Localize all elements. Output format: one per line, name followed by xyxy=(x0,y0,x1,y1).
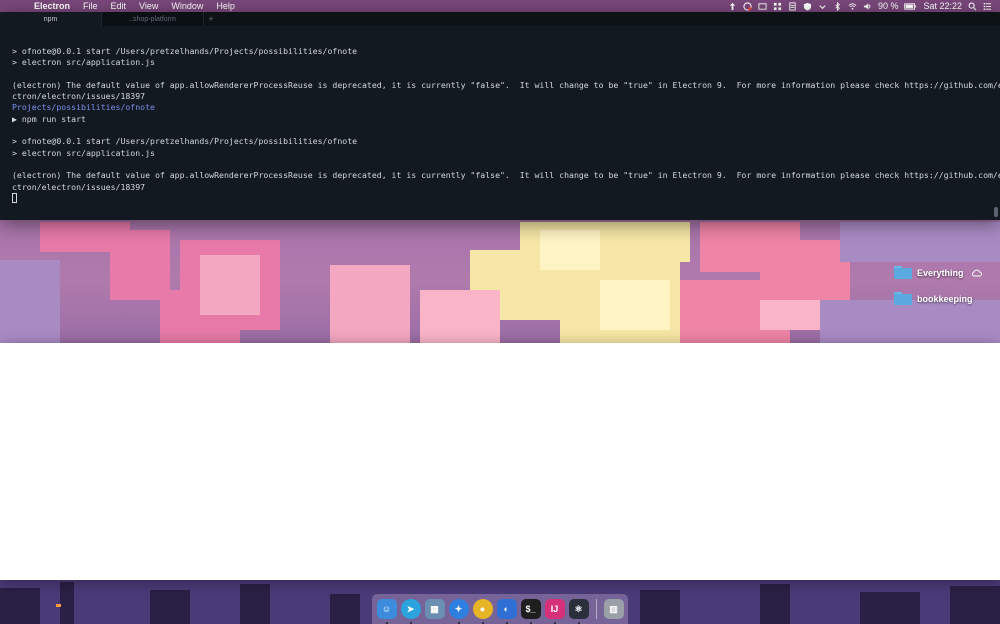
menu-view[interactable]: View xyxy=(139,1,158,11)
desktop-folder-bookkeeping[interactable]: bookkeeping xyxy=(894,292,973,305)
terminal-window[interactable]: npm ..shop-platform + > ofnote@0.0.1 sta… xyxy=(0,12,1000,220)
menu-clock[interactable]: Sat 22:22 xyxy=(923,1,962,11)
terminal-line: ▶ npm run start xyxy=(12,113,86,124)
folder-icon xyxy=(894,292,912,305)
terminal-tab-shop-platform[interactable]: ..shop-platform xyxy=(102,12,204,26)
electron-app-window[interactable] xyxy=(0,343,1000,580)
volume-icon[interactable] xyxy=(863,2,872,11)
terminal-output[interactable]: > ofnote@0.0.1 start /Users/pretzelhands… xyxy=(0,26,1000,204)
telegram-icon[interactable]: ➤ xyxy=(400,599,421,624)
firefox-icon[interactable]: ◐ xyxy=(496,599,517,624)
cloud-icon xyxy=(971,269,982,276)
wifi-icon[interactable] xyxy=(848,2,857,11)
terminal-tab-bar: npm ..shop-platform + xyxy=(0,12,1000,26)
add-tab-button[interactable]: + xyxy=(204,12,218,26)
terminal-tab-label: npm xyxy=(43,15,58,23)
battery-percent[interactable]: 90 % xyxy=(878,1,899,11)
terminal-line: (electron) The default value of app.allo… xyxy=(12,170,1000,181)
menu-edit[interactable]: Edit xyxy=(111,1,127,11)
preview-icon[interactable]: ▦ xyxy=(424,599,445,619)
desktop-folder-everything[interactable]: Everything xyxy=(894,266,982,279)
status-area: 90 % Sat 22:22 xyxy=(728,0,992,12)
spotlight-search-icon[interactable] xyxy=(968,2,977,11)
menu-help[interactable]: Help xyxy=(216,1,235,11)
notification-center-icon[interactable] xyxy=(983,2,992,11)
terminal-line: > electron src/application.js xyxy=(12,57,155,68)
terminal-line: (electron) The default value of app.allo… xyxy=(12,79,1000,90)
chrome-icon[interactable]: ● xyxy=(472,599,493,624)
grid-icon[interactable] xyxy=(773,2,782,11)
safari-icon[interactable]: ✦ xyxy=(448,599,469,624)
terminal-line: > ofnote@0.0.1 start /Users/pretzelhands… xyxy=(12,46,358,56)
image-capture-icon[interactable] xyxy=(758,2,767,11)
dock-separator xyxy=(595,599,597,619)
menu-bar: Electron File Edit View Window Help 90 %… xyxy=(0,0,1000,12)
desktop-icon-label: Everything xyxy=(917,267,964,278)
terminal-line: ctron/electron/issues/18397 xyxy=(12,91,146,102)
terminal-cursor-line xyxy=(12,192,988,204)
battery-icon[interactable] xyxy=(904,2,917,11)
upload-icon[interactable] xyxy=(728,2,737,11)
folder-icon xyxy=(894,266,912,279)
desktop-icon-label: bookkeeping xyxy=(917,293,973,304)
menu-window[interactable]: Window xyxy=(171,1,203,11)
electron-icon[interactable]: ⚛ xyxy=(568,599,589,624)
terminal-cursor xyxy=(12,192,17,203)
dock: ☺ ➤ ▦ ✦ ● ◐ $_ IJ ⚛ ▥ xyxy=(372,594,628,624)
terminal-tab-label: ..shop-platform xyxy=(129,15,176,23)
terminal-scrollbar[interactable] xyxy=(994,207,998,217)
intellij-icon[interactable]: IJ xyxy=(544,599,565,624)
chevron-down-icon[interactable] xyxy=(818,2,827,11)
finder-icon[interactable]: ☺ xyxy=(376,599,397,624)
creative-cloud-icon[interactable] xyxy=(743,1,752,11)
terminal-line: ctron/electron/issues/18397 xyxy=(12,181,146,192)
menu-app-name[interactable]: Electron xyxy=(34,1,70,11)
terminal-icon[interactable]: $_ xyxy=(520,599,541,624)
terminal-prompt-path: Projects/possibilities/ofnote xyxy=(12,102,155,113)
terminal-tab-npm[interactable]: npm xyxy=(0,12,102,26)
document-icon[interactable] xyxy=(788,1,797,11)
terminal-line: > ofnote@0.0.1 start /Users/pretzelhands… xyxy=(12,136,358,147)
shield-icon[interactable] xyxy=(803,2,812,11)
terminal-line: > electron src/application.js xyxy=(12,147,155,158)
menu-file[interactable]: File xyxy=(83,1,98,11)
bluetooth-icon[interactable] xyxy=(833,1,842,11)
trash-icon[interactable]: ▥ xyxy=(603,599,624,619)
